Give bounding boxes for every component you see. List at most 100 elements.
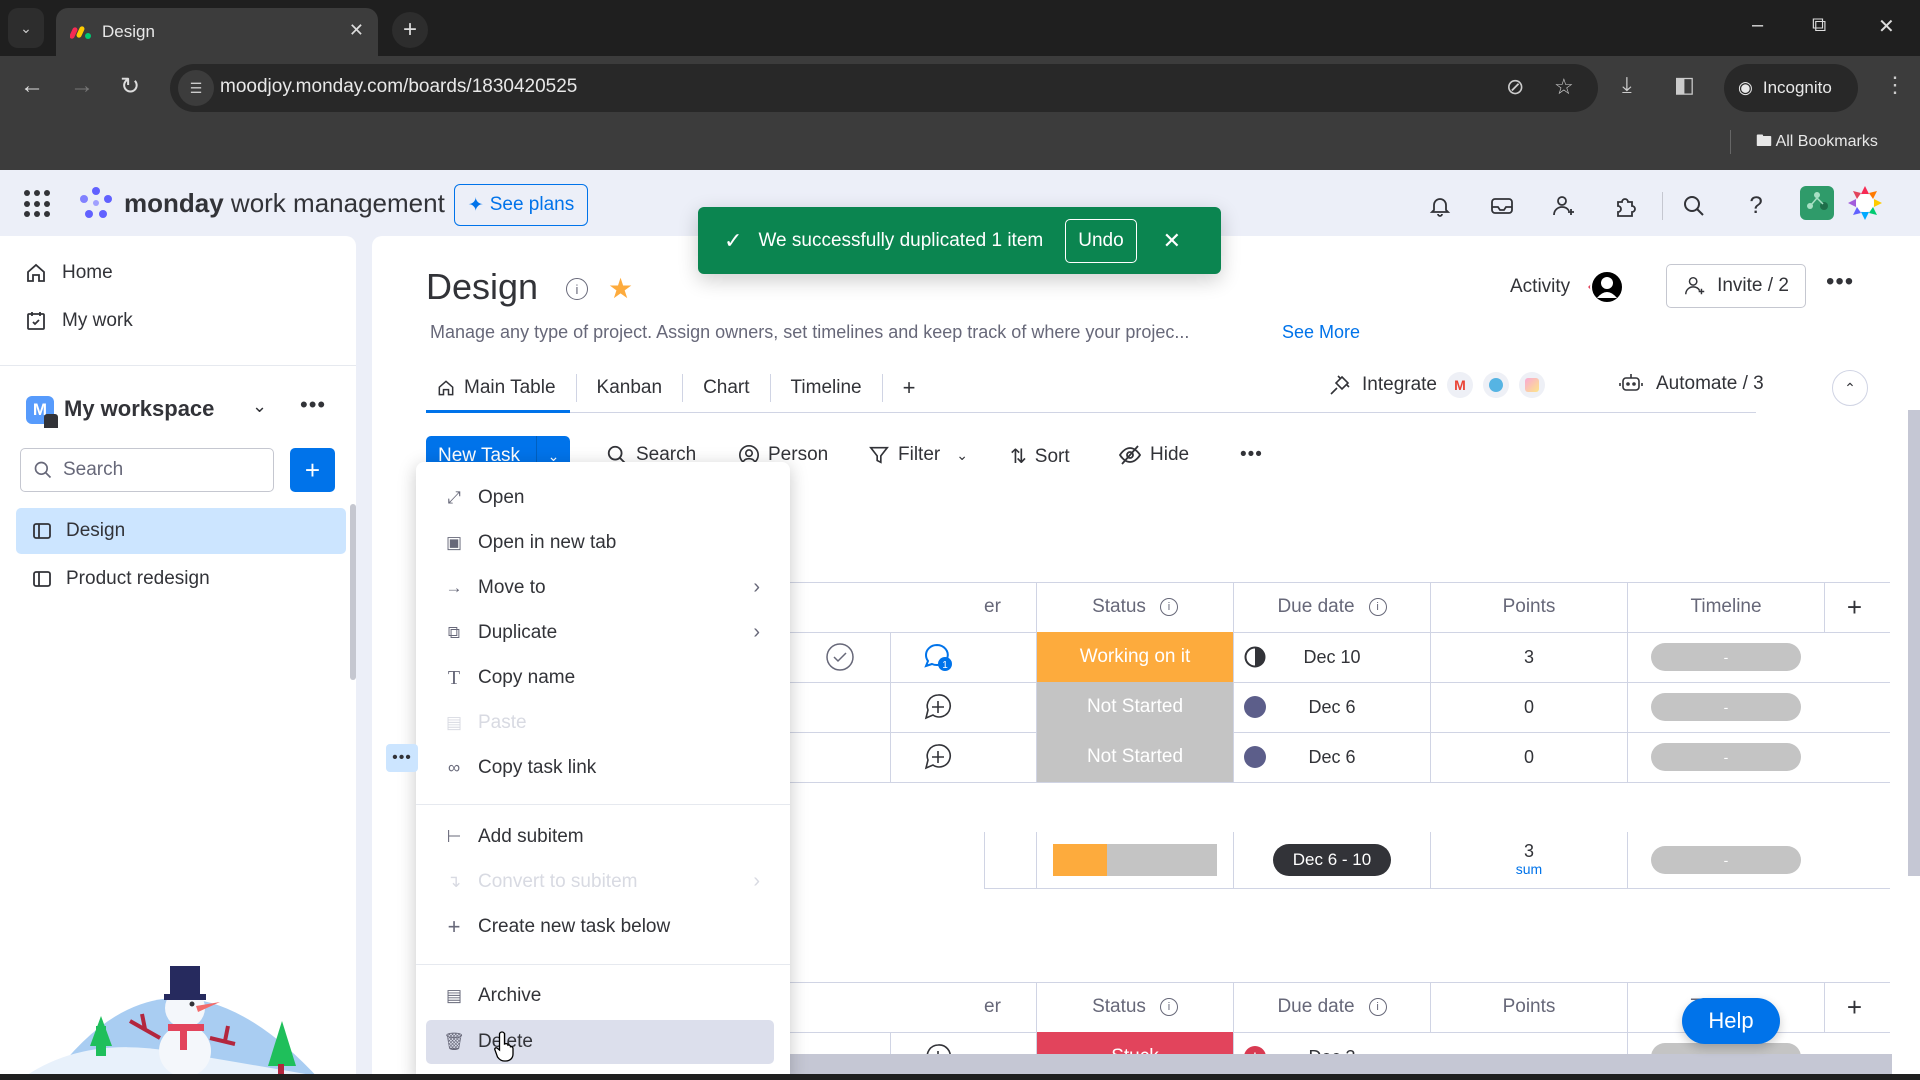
browser-menu-icon[interactable]: ⋮	[1884, 72, 1906, 98]
address-bar[interactable]: ☰ moodjoy.monday.com/boards/1830420525 ⊘…	[170, 64, 1598, 112]
main-vertical-scrollbar[interactable]	[1908, 410, 1920, 876]
help-question-icon[interactable]: ?	[1742, 192, 1770, 220]
status-cell[interactable]: Not Started	[1036, 682, 1233, 732]
timeline-summary-cell[interactable]: -	[1627, 832, 1824, 888]
column-header-status[interactable]: Status i	[1036, 982, 1233, 1032]
menu-item-archive[interactable]: ▤ Archive	[426, 974, 774, 1018]
due-date-info-icon[interactable]: i	[1368, 598, 1387, 616]
menu-item-create-new-task-below[interactable]: + Create new task below	[426, 905, 774, 949]
tab-main-table[interactable]: Main Table	[426, 374, 577, 402]
due-date-info-icon[interactable]: i	[1368, 998, 1387, 1016]
add-column-button[interactable]: +	[1824, 982, 1884, 1032]
eye-off-icon[interactable]: ⊘	[1506, 74, 1524, 100]
invite-members-icon[interactable]	[1550, 192, 1578, 220]
timeline-cell[interactable]: -	[1627, 732, 1824, 782]
table-horizontal-scrollbar[interactable]	[788, 1054, 1892, 1074]
column-header-points[interactable]: Points	[1430, 582, 1627, 632]
account-avatar[interactable]	[1800, 186, 1834, 220]
hide-button[interactable]: Hide	[1118, 444, 1189, 466]
workspace-more-icon[interactable]: •••	[300, 392, 326, 418]
help-button[interactable]: Help	[1682, 998, 1780, 1044]
column-header-due-date[interactable]: Due date i	[1233, 582, 1430, 632]
menu-item-duplicate[interactable]: ⧉ Duplicate ›	[426, 611, 774, 655]
site-info-icon[interactable]: ☰	[178, 70, 214, 106]
menu-item-open[interactable]: ⤢ Open	[426, 476, 774, 520]
restore-icon[interactable]: ⧉	[1812, 14, 1826, 37]
sidebar-board-design[interactable]: Design	[16, 508, 346, 554]
all-bookmarks-button[interactable]: 🖿 All Bookmarks	[1756, 130, 1878, 157]
browser-tab[interactable]: Design ✕	[56, 8, 378, 56]
apps-grid-icon[interactable]	[24, 190, 52, 218]
activity-button[interactable]: Activity	[1510, 276, 1570, 298]
sidebar-scrollbar[interactable]	[350, 504, 356, 680]
close-tab-icon[interactable]: ✕	[349, 20, 364, 41]
timeline-cell[interactable]: -	[1627, 632, 1824, 682]
add-update-icon[interactable]	[890, 682, 984, 732]
see-plans-button[interactable]: ✦ See plans	[454, 184, 588, 226]
menu-item-paste[interactable]: ▤ Paste	[426, 701, 774, 745]
filter-button[interactable]: Filter ⌄	[868, 444, 968, 466]
side-panel-icon[interactable]: ◧	[1674, 72, 1695, 98]
sort-button[interactable]: ⇅ Sort	[1010, 444, 1070, 469]
points-summary-cell[interactable]: 3 sum	[1430, 832, 1627, 888]
menu-item-move-to[interactable]: → Move to ›	[426, 566, 774, 610]
column-header-owner[interactable]: er	[984, 582, 1020, 632]
automate-button[interactable]: Automate / 3	[1618, 372, 1764, 396]
tab-chart[interactable]: Chart	[683, 374, 771, 402]
board-info-icon[interactable]: i	[566, 278, 588, 300]
incognito-badge[interactable]: ◉ Incognito	[1724, 64, 1858, 112]
menu-item-copy-name[interactable]: T Copy name	[426, 656, 774, 700]
more-tools-icon[interactable]: •••	[1240, 444, 1263, 466]
column-header-due-date[interactable]: Due date i	[1233, 982, 1430, 1032]
notifications-bell-icon[interactable]	[1426, 192, 1454, 220]
inbox-icon[interactable]	[1488, 192, 1516, 220]
close-toast-icon[interactable]: ✕	[1163, 228, 1181, 254]
favorite-star-icon[interactable]: ★	[608, 272, 633, 305]
menu-item-add-subitem[interactable]: ⊢ Add subitem	[426, 815, 774, 859]
tab-search-button[interactable]: ⌄	[8, 8, 44, 48]
due-date-cell[interactable]: Dec 10	[1233, 632, 1430, 682]
workspace-logo-icon[interactable]	[1846, 184, 1884, 222]
filter-chevron-down-icon[interactable]: ⌄	[956, 447, 968, 464]
status-summary-cell[interactable]	[1036, 832, 1233, 888]
download-icon[interactable]: ⤓	[1622, 72, 1632, 98]
points-cell[interactable]: 0	[1430, 732, 1627, 782]
sidebar-board-product-redesign[interactable]: Product redesign	[16, 556, 346, 602]
status-info-icon[interactable]: i	[1159, 998, 1178, 1016]
menu-item-delete[interactable]: 🗑 Delete	[426, 1020, 774, 1064]
tab-kanban[interactable]: Kanban	[577, 374, 684, 402]
column-header-points[interactable]: Points	[1430, 982, 1627, 1032]
tab-timeline[interactable]: Timeline	[771, 374, 883, 402]
board-title[interactable]: Design	[426, 266, 538, 308]
minimize-icon[interactable]: –	[1752, 14, 1763, 37]
menu-item-convert-to-subitem[interactable]: ↴ Convert to subitem ›	[426, 860, 774, 904]
workspace-chevron-down-icon[interactable]: ⌄	[252, 396, 267, 417]
menu-item-copy-task-link[interactable]: ∞ Copy task link	[426, 746, 774, 790]
workspace-name[interactable]: My workspace	[64, 396, 214, 422]
url-text[interactable]: moodjoy.monday.com/boards/1830420525	[220, 76, 577, 98]
column-header-timeline[interactable]: Timeline	[1627, 582, 1824, 632]
column-header-owner[interactable]: er	[984, 982, 1020, 1032]
add-view-button[interactable]: +	[883, 374, 936, 402]
forward-icon[interactable]: →	[70, 72, 94, 100]
add-update-icon[interactable]	[890, 732, 984, 782]
timeline-cell[interactable]: -	[1627, 682, 1824, 732]
integrate-button[interactable]: Integrate M	[1328, 372, 1545, 398]
apps-puzzle-icon[interactable]	[1612, 192, 1640, 220]
points-cell[interactable]: 3	[1430, 632, 1627, 682]
due-date-cell[interactable]: Dec 6	[1233, 682, 1430, 732]
sidebar-search-input[interactable]: Search	[20, 448, 274, 492]
column-header-status[interactable]: Status i	[1036, 582, 1233, 632]
status-cell[interactable]: Working on it	[1036, 632, 1233, 682]
row-actions-more-icon[interactable]: •••	[386, 744, 418, 772]
status-cell[interactable]: Not Started	[1036, 732, 1233, 782]
due-date-cell[interactable]: Dec 6	[1233, 732, 1430, 782]
collapse-header-chevron-up-icon[interactable]: ⌃	[1832, 370, 1868, 406]
add-column-button[interactable]: +	[1824, 582, 1884, 632]
invite-button[interactable]: Invite / 2	[1666, 264, 1806, 308]
bookmark-star-icon[interactable]: ☆	[1554, 74, 1574, 100]
new-tab-button[interactable]: +	[392, 12, 428, 48]
done-check-icon[interactable]	[790, 632, 890, 682]
board-more-icon[interactable]: •••	[1826, 268, 1854, 296]
search-icon[interactable]	[1680, 192, 1708, 220]
